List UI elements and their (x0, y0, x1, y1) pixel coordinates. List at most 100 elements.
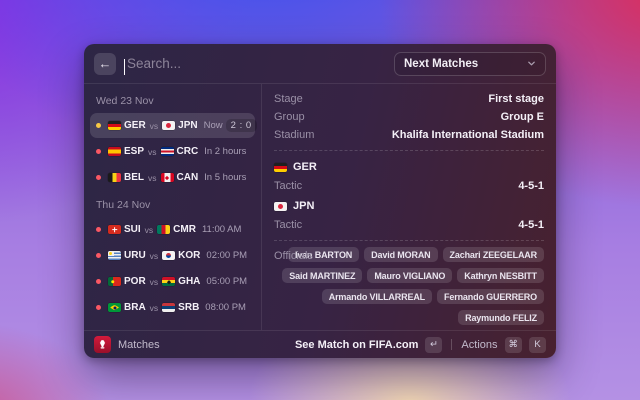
schedule-section: Thu 24 Nov SUI vs CMR 11:00 AM URU vs KO… (90, 199, 255, 320)
match-row[interactable]: ESP vs CRC In 2 hours (90, 139, 255, 164)
status-dot (96, 227, 101, 232)
tactic-value: 4-5-1 (518, 219, 544, 231)
detail-label: Group (274, 111, 305, 123)
tactic-value: 4-5-1 (518, 180, 544, 192)
vs-label: vs (148, 147, 157, 157)
officials-row: Said MARTINEZ Mauro VIGLIANO Kathryn NESBI… (282, 268, 544, 283)
detail-row-stage: Stage First stage (274, 90, 544, 108)
vs-label: vs (148, 173, 157, 183)
match-row[interactable]: URU vs KOR 02:00 PM (90, 243, 255, 268)
match-details-panel: Stage First stage Group Group E Stadium … (262, 84, 556, 330)
home-team-code: GER (293, 161, 317, 173)
schedule-section: Fri 25 Nov (90, 329, 255, 330)
divider (274, 240, 544, 241)
match-time: 05:00 PM (206, 276, 247, 287)
match-time: 02:00 PM (206, 250, 247, 261)
search-field-wrap (124, 56, 386, 71)
officials-label: Officials (274, 250, 313, 262)
official-pill[interactable]: Raymundo FELIZ (458, 310, 544, 325)
home-team-flag-icon (108, 147, 121, 156)
status-dot (96, 123, 101, 128)
section-rows: SUI vs CMR 11:00 AM URU vs KOR 02:00 PM … (90, 217, 255, 320)
detail-value: Khalifa International Stadium (392, 129, 544, 141)
away-team-code: CRC (177, 146, 199, 157)
date-header: Wed 23 Nov (96, 95, 249, 107)
detail-label: Stage (274, 93, 303, 105)
vs-label: vs (150, 251, 159, 261)
tactic-label: Tactic (274, 180, 302, 192)
primary-action-label[interactable]: See Match on FIFA.com (295, 339, 418, 351)
home-tactic-row: Tactic 4-5-1 (274, 177, 544, 195)
match-time: Now (204, 120, 223, 131)
home-team-code: GER (124, 120, 146, 131)
footer-divider (451, 339, 452, 350)
search-input[interactable] (124, 56, 386, 71)
match-row[interactable]: BRA vs SRB 08:00 PM (90, 295, 255, 320)
home-team-flag-icon (108, 303, 121, 312)
away-team-flag-icon (162, 251, 175, 260)
match-row[interactable]: SUI vs CMR 11:00 AM (90, 217, 255, 242)
status-dot (96, 305, 101, 310)
away-team-code: KOR (178, 250, 200, 261)
away-team-code: JPN (178, 120, 197, 131)
dropdown-selected-value: Next Matches (404, 58, 478, 70)
official-pill[interactable]: David MORAN (364, 247, 437, 262)
worldcup-trophy-icon (94, 336, 111, 353)
vs-label: vs (145, 225, 154, 235)
away-team-flag-icon (162, 277, 175, 286)
away-team-flag-icon (161, 147, 174, 156)
back-button[interactable]: ← (94, 53, 116, 75)
status-dot (96, 279, 101, 284)
match-row[interactable]: BEL vs CAN In 5 hours (90, 165, 255, 190)
detail-row-stadium: Stadium Khalifa International Stadium (274, 126, 544, 144)
official-pill[interactable]: Zachari ZEEGELAAR (443, 247, 544, 262)
home-team-flag-icon (108, 225, 121, 234)
footer-bar: Matches See Match on FIFA.com ↵ Actions … (84, 330, 556, 358)
away-team-code: CAN (177, 172, 199, 183)
away-team-header: JPN (274, 196, 544, 216)
official-pill[interactable]: Said MARTINEZ (282, 268, 362, 283)
official-pill[interactable]: Kathryn NESBITT (457, 268, 544, 283)
official-pill[interactable]: Fernando GUERRERO (437, 289, 544, 304)
officials-row: Raymundo FELIZ (458, 310, 544, 325)
date-header: Fri 25 Nov (96, 329, 249, 330)
home-team-flag-icon (108, 277, 121, 286)
status-dot (96, 253, 101, 258)
home-team-flag-icon (108, 173, 121, 182)
officials-rows: Ivan BARTONDavid MORANZachari ZEEGELAARS… (274, 247, 544, 325)
tactic-label: Tactic (274, 219, 302, 231)
launcher-window: ← Next Matches Wed 23 Nov GER vs JPN Now… (84, 44, 556, 358)
away-team-flag-icon (162, 121, 175, 130)
match-score: 2 : 0 (226, 119, 257, 132)
next-matches-dropdown[interactable]: Next Matches (394, 52, 546, 76)
match-row[interactable]: GER vs JPN Now 2 : 0 (90, 113, 255, 138)
actions-button[interactable]: Actions (461, 339, 497, 351)
officials-row: Ivan BARTONDavid MORANZachari ZEEGELAAR (288, 247, 544, 262)
away-team-code: JPN (293, 200, 314, 212)
match-row[interactable]: POR vs GHA 05:00 PM (90, 269, 255, 294)
home-team-flag-icon (108, 121, 121, 130)
k-key-badge: K (529, 337, 546, 353)
date-header: Thu 24 Nov (96, 199, 249, 211)
home-team-header: GER (274, 157, 544, 177)
schedule-section: Wed 23 Nov GER vs JPN Now 2 : 0 ESP vs C… (90, 95, 255, 190)
detail-row-group: Group Group E (274, 108, 544, 126)
detail-value: Group E (501, 111, 544, 123)
home-team-flag-icon (108, 251, 121, 260)
match-time: In 5 hours (204, 172, 246, 183)
app-label: Matches (118, 339, 160, 351)
officials-row: Armando VILLARREAL Fernando GUERRERO (322, 289, 544, 304)
vs-label: vs (150, 277, 159, 287)
official-pill[interactable]: Mauro VIGLIANO (367, 268, 452, 283)
match-time: 11:00 AM (202, 224, 241, 235)
home-team-flag-icon (274, 163, 287, 172)
main-area: Wed 23 Nov GER vs JPN Now 2 : 0 ESP vs C… (84, 84, 556, 330)
away-team-code: SRB (178, 302, 199, 313)
home-team-code: SUI (124, 224, 141, 235)
enter-key-badge[interactable]: ↵ (425, 337, 442, 353)
divider (274, 150, 544, 151)
official-pill[interactable]: Armando VILLARREAL (322, 289, 432, 304)
back-arrow-icon: ← (99, 56, 112, 71)
away-team-flag-icon (161, 173, 174, 182)
away-tactic-row: Tactic 4-5-1 (274, 216, 544, 234)
